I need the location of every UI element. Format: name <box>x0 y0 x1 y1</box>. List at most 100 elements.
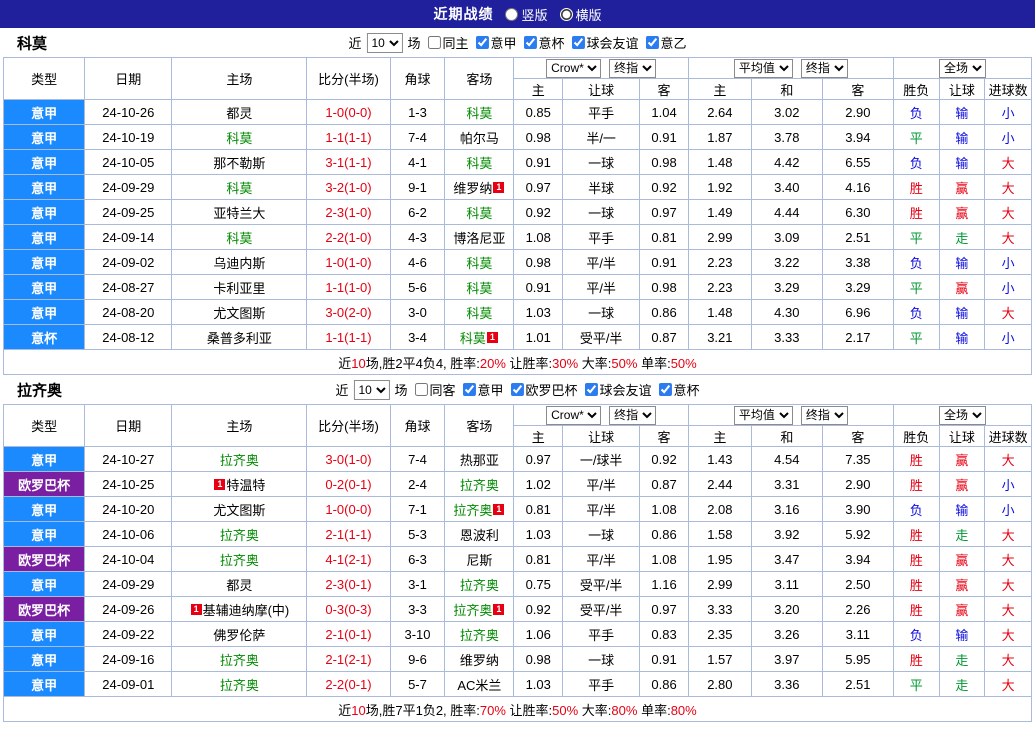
score-cell[interactable]: 1-1(1-1) <box>306 124 391 150</box>
home-team-cell[interactable]: 那不勒斯 <box>171 149 308 175</box>
league-filter-2[interactable]: 球会友谊 <box>581 380 652 399</box>
away-team-cell[interactable]: 科莫 <box>444 99 515 125</box>
home-team-cell[interactable]: 科莫 <box>171 224 308 250</box>
league-filter-1-checkbox[interactable] <box>510 383 524 396</box>
away-team-cell[interactable]: 博洛尼亚 <box>444 224 515 250</box>
league-type-cell[interactable]: 意甲 <box>2 249 86 275</box>
league-type-cell[interactable]: 意甲 <box>2 621 86 647</box>
home-team-cell[interactable]: 拉齐奥 <box>171 546 308 572</box>
home-team-cell[interactable]: 亚特兰大 <box>171 199 308 225</box>
league-type-cell[interactable]: 意甲 <box>2 446 86 472</box>
away-team-cell[interactable]: 维罗纳 <box>444 646 515 672</box>
score-cell[interactable]: 4-1(2-1) <box>306 546 391 572</box>
league-type-cell[interactable]: 意甲 <box>2 224 86 250</box>
league-filter-1[interactable]: 意杯 <box>520 33 565 52</box>
home-team-cell[interactable]: 1 基辅迪纳摩(中) <box>171 596 308 622</box>
score-cell[interactable]: 3-0(2-0) <box>306 299 391 325</box>
score-cell[interactable]: 3-1(1-1) <box>306 149 391 175</box>
home-team-cell[interactable]: 佛罗伦萨 <box>171 621 308 647</box>
home-team-cell[interactable]: 1 特温特 <box>171 471 308 497</box>
average-final-index-select[interactable]: 终指 <box>800 58 848 78</box>
league-filter-3[interactable]: 意杯 <box>655 380 700 399</box>
score-cell[interactable]: 2-1(2-1) <box>306 646 391 672</box>
score-cell[interactable]: 3-0(1-0) <box>306 446 391 472</box>
league-filter-3[interactable]: 意乙 <box>642 33 687 52</box>
league-type-cell[interactable]: 意甲 <box>2 646 86 672</box>
scope-select[interactable]: 全场 <box>938 58 986 78</box>
away-team-cell[interactable]: 拉齐奥 <box>444 471 515 497</box>
away-team-cell[interactable]: 科莫 <box>444 249 515 275</box>
average-final-index-select[interactable]: 终指 <box>800 405 848 425</box>
league-filter-2-checkbox[interactable] <box>571 36 585 49</box>
score-cell[interactable]: 2-1(0-1) <box>306 621 391 647</box>
horizontal-radio[interactable] <box>559 7 573 21</box>
home-team-cell[interactable]: 桑普多利亚 <box>171 324 308 350</box>
league-type-cell[interactable]: 意甲 <box>2 274 86 300</box>
league-filter-2-checkbox[interactable] <box>584 383 598 396</box>
league-filter-0[interactable]: 意甲 <box>471 33 517 52</box>
score-cell[interactable]: 2-2(0-1) <box>306 671 391 697</box>
score-cell[interactable]: 2-1(1-1) <box>306 521 391 547</box>
away-team-cell[interactable]: 拉齐奥 <box>444 621 515 647</box>
home-team-cell[interactable]: 拉齐奥 <box>171 646 308 672</box>
bookmaker-final-index-select[interactable]: 终指 <box>609 405 657 425</box>
score-cell[interactable]: 2-2(1-0) <box>306 224 391 250</box>
league-filter-2[interactable]: 球会友谊 <box>568 33 639 52</box>
away-team-cell[interactable]: 科莫 <box>444 149 515 175</box>
bookmaker-final-index-select[interactable]: 终指 <box>609 58 657 78</box>
away-team-cell[interactable]: 恩波利 <box>444 521 515 547</box>
away-team-cell[interactable]: 尼斯 <box>444 546 515 572</box>
average-select[interactable]: 平均值 <box>733 405 793 425</box>
scope-select[interactable]: 全场 <box>938 405 986 425</box>
away-team-cell[interactable]: 科莫 <box>444 274 515 300</box>
away-team-cell[interactable]: 拉齐奥 <box>444 571 515 597</box>
away-team-cell[interactable]: 维罗纳 1 <box>444 174 515 200</box>
league-type-cell[interactable]: 意甲 <box>2 99 86 125</box>
league-filter-0[interactable]: 意甲 <box>458 380 504 399</box>
league-type-cell[interactable]: 意甲 <box>2 671 86 697</box>
league-type-cell[interactable]: 欧罗巴杯 <box>2 471 86 497</box>
layout-option-horizontal[interactable]: 横版 <box>559 5 602 24</box>
home-team-cell[interactable]: 尤文图斯 <box>171 299 308 325</box>
home-team-cell[interactable]: 科莫 <box>171 124 308 150</box>
home-team-cell[interactable]: 都灵 <box>171 571 308 597</box>
home-team-cell[interactable]: 都灵 <box>171 99 308 125</box>
league-filter-1-checkbox[interactable] <box>523 36 537 49</box>
league-type-cell[interactable]: 意杯 <box>2 324 86 350</box>
league-type-cell[interactable]: 欧罗巴杯 <box>2 546 86 572</box>
league-type-cell[interactable]: 意甲 <box>2 174 86 200</box>
home-team-cell[interactable]: 乌迪内斯 <box>171 249 308 275</box>
layout-option-vertical[interactable]: 竖版 <box>505 5 548 24</box>
score-cell[interactable]: 0-2(0-1) <box>306 471 391 497</box>
bookmaker-select[interactable]: Crow* <box>546 58 602 78</box>
league-type-cell[interactable]: 意甲 <box>2 521 86 547</box>
same-venue-filter[interactable]: 同客 <box>410 380 455 399</box>
away-team-cell[interactable]: 拉齐奥 1 <box>444 596 515 622</box>
same-venue-filter-checkbox[interactable] <box>414 383 428 396</box>
away-team-cell[interactable]: 帕尔马 <box>444 124 515 150</box>
league-type-cell[interactable]: 意甲 <box>2 299 86 325</box>
league-type-cell[interactable]: 意甲 <box>2 571 86 597</box>
league-type-cell[interactable]: 意甲 <box>2 496 86 522</box>
league-filter-3-checkbox[interactable] <box>658 383 672 396</box>
home-team-cell[interactable]: 科莫 <box>171 174 308 200</box>
score-cell[interactable]: 1-0(0-0) <box>306 496 391 522</box>
match-count-select[interactable]: 10 <box>366 32 403 53</box>
league-filter-0-checkbox[interactable] <box>475 36 489 49</box>
league-filter-1[interactable]: 欧罗巴杯 <box>507 380 578 399</box>
score-cell[interactable]: 1-1(1-0) <box>306 274 391 300</box>
league-type-cell[interactable]: 意甲 <box>2 124 86 150</box>
score-cell[interactable]: 1-0(0-0) <box>306 99 391 125</box>
score-cell[interactable]: 1-1(1-1) <box>306 324 391 350</box>
home-team-cell[interactable]: 尤文图斯 <box>171 496 308 522</box>
home-team-cell[interactable]: 拉齐奥 <box>171 521 308 547</box>
home-team-cell[interactable]: 拉齐奥 <box>171 671 308 697</box>
match-count-select[interactable]: 10 <box>353 379 390 400</box>
league-type-cell[interactable]: 意甲 <box>2 149 86 175</box>
league-type-cell[interactable]: 欧罗巴杯 <box>2 596 86 622</box>
away-team-cell[interactable]: 热那亚 <box>444 446 515 472</box>
score-cell[interactable]: 1-0(1-0) <box>306 249 391 275</box>
league-type-cell[interactable]: 意甲 <box>2 199 86 225</box>
same-venue-filter[interactable]: 同主 <box>423 33 468 52</box>
same-venue-filter-checkbox[interactable] <box>427 36 441 49</box>
